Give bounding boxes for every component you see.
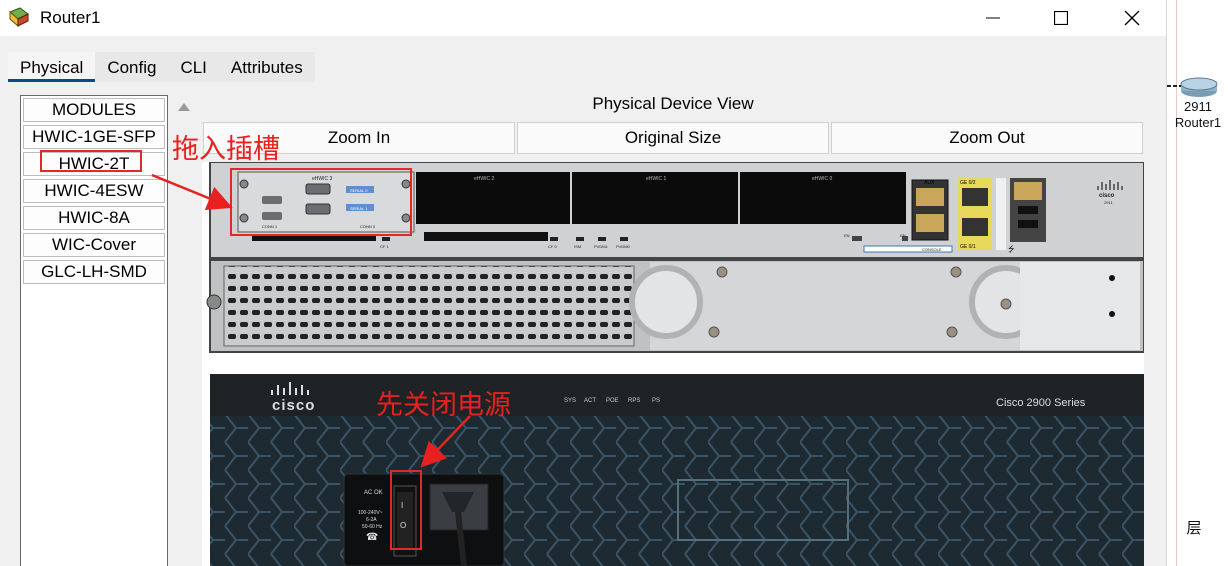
psu-rating-3: 50-60 Hz (362, 524, 383, 530)
zoom-out-button[interactable]: Zoom Out (831, 122, 1143, 154)
module-item-glc-lh-smd[interactable]: GLC-LH-SMD (23, 260, 165, 284)
packet-tracer-app-icon (9, 7, 29, 28)
bg-device-model: 2911 (1184, 99, 1212, 114)
minimize-icon (986, 17, 1000, 19)
maximize-button[interactable] (1038, 0, 1084, 36)
ism-label: ISM (574, 244, 581, 249)
module-item-hwic-4esw[interactable]: HWIC-4ESW (23, 179, 165, 203)
window-title: Router1 (40, 8, 101, 27)
scroll-up-arrow-icon[interactable] (178, 103, 190, 111)
physical-device-view-title: Physical Device View (592, 94, 754, 113)
usb-icon: ⭍ (1008, 245, 1015, 254)
module-item-hwic-1ge-sfp[interactable]: HWIC-1GE-SFP (23, 125, 165, 149)
tab-attributes[interactable]: Attributes (218, 52, 315, 82)
bg-side-char: 层 (1186, 520, 1202, 537)
annotation-drag-into-slot: 拖入插槽 (172, 134, 280, 165)
cf0-label: CF 0 (548, 244, 557, 249)
psu-rating-2: 6-2A (366, 517, 377, 523)
console-label: CONSOLE (922, 247, 942, 252)
module-list-header: MODULES (23, 98, 165, 122)
aux-label: AUX (924, 180, 935, 186)
tab-config[interactable]: Config (95, 52, 169, 82)
slot-label-2: eHWIC 2 (474, 176, 495, 182)
led-sys: SYS (564, 398, 576, 404)
tab-cli[interactable]: CLI (168, 52, 219, 82)
maximize-icon (1054, 11, 1068, 25)
original-size-button[interactable]: Original Size (517, 122, 829, 154)
led-act: ACT (584, 398, 596, 404)
slot-label-1: eHWIC 1 (646, 176, 667, 182)
brand-rear: cisco (1099, 193, 1115, 199)
en-label-1: EN (844, 233, 850, 238)
brand-front: cisco (272, 397, 315, 414)
annotation-power-off-first: 先关闭电源 (376, 390, 511, 421)
ge02-label: GE 0/2 (960, 180, 976, 186)
psu-rating-1: 100-240V~ (358, 510, 383, 516)
pvdm0-label: PVDM0 (616, 244, 631, 249)
pvdm1-label: PVDM1 (594, 244, 609, 249)
cf1-label: CF 1 (380, 244, 389, 249)
tab-physical[interactable]: Physical (8, 52, 96, 82)
slot-label-0: eHWIC 0 (812, 176, 833, 182)
led-poe: POE (606, 398, 619, 404)
model-rear: 2911 (1104, 200, 1113, 205)
close-button[interactable] (1109, 0, 1155, 36)
router-icon[interactable] (1179, 76, 1219, 98)
ge01-label: GE 0/1 (960, 244, 976, 250)
highlight-slot-3 (230, 168, 412, 236)
module-item-wic-cover[interactable]: WIC-Cover (23, 233, 165, 257)
led-ps: PS (652, 398, 660, 404)
led-rps: RPS (628, 398, 640, 404)
highlight-hwic-2t (40, 150, 142, 172)
close-icon (1124, 10, 1140, 26)
device-dialog: Physical Config CLI Attributes MODULES H… (0, 36, 1166, 566)
phone-icon: ☎ (366, 532, 378, 543)
series-label: Cisco 2900 Series (996, 397, 1086, 409)
highlight-power-switch (390, 470, 422, 550)
ac-ok-label: AC OK (364, 490, 383, 496)
background-workspace: 2911 Router1 层 (1166, 0, 1228, 566)
title-bar: Router1 (0, 0, 1166, 36)
bg-device-name: Router1 (1174, 115, 1222, 130)
module-item-hwic-8a[interactable]: HWIC-8A (23, 206, 165, 230)
tab-bar: Physical Config CLI Attributes (8, 52, 315, 84)
minimize-button[interactable] (970, 0, 1016, 36)
